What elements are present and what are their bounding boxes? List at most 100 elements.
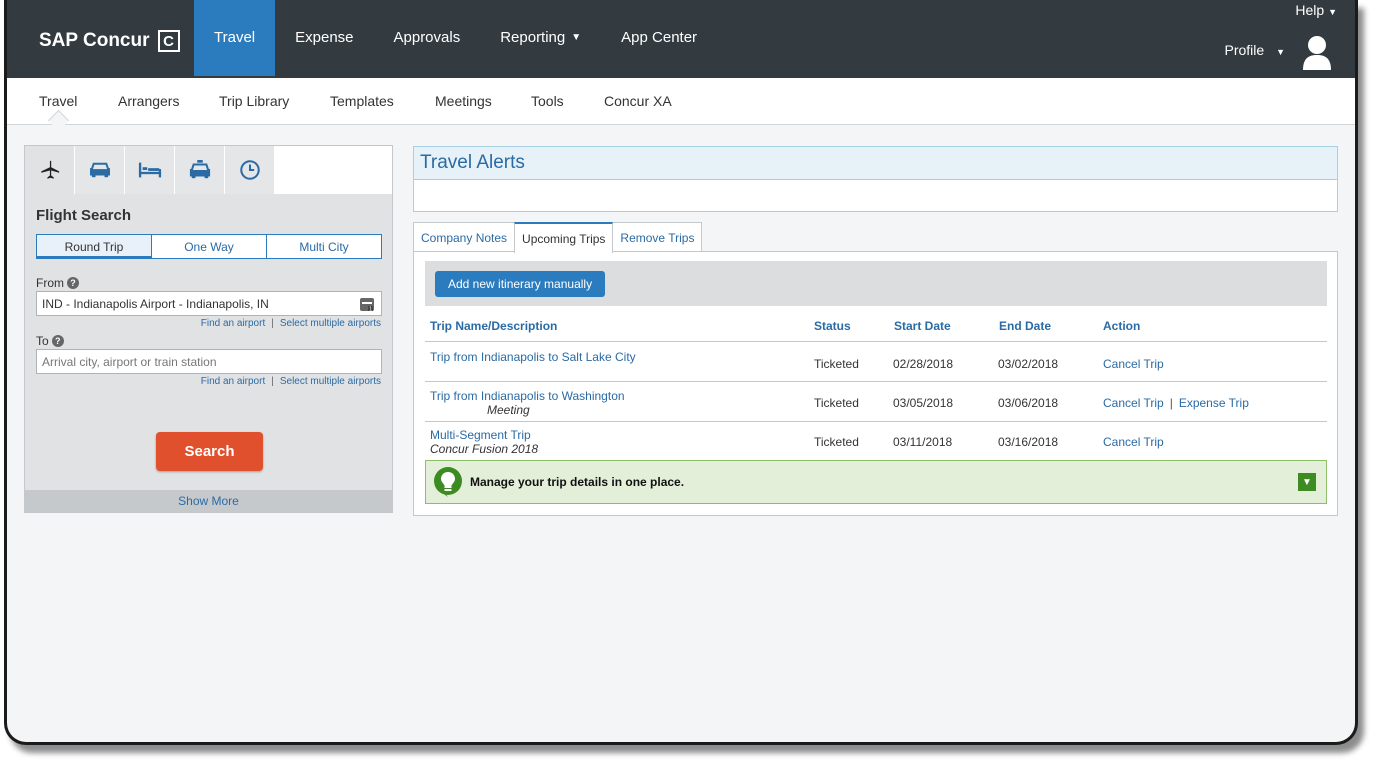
- app-window: SAP Concur C Travel Expense Approvals Re…: [4, 0, 1358, 745]
- trip-actions: Cancel Trip: [1103, 435, 1164, 449]
- tab-recent[interactable]: [225, 146, 275, 194]
- find-airport-link[interactable]: Find an airport: [201, 318, 265, 329]
- tab-car[interactable]: [75, 146, 125, 194]
- nav-label: Approvals: [393, 28, 461, 46]
- find-airport-link[interactable]: Find an airport: [201, 376, 265, 387]
- main-nav: Travel Expense Approvals Reporting ▼ App …: [194, 0, 717, 78]
- add-itinerary-bar: Add new itinerary manually: [425, 261, 1327, 306]
- subnav-meetings[interactable]: Meetings: [435, 93, 492, 109]
- brand-mark-icon: C: [157, 30, 180, 52]
- expense-trip-link[interactable]: Expense Trip: [1179, 396, 1249, 410]
- travel-alerts-title: Travel Alerts: [414, 147, 1337, 180]
- trip-subtitle: Concur Fusion 2018: [430, 442, 539, 456]
- brand-name: SAP Concur: [39, 30, 150, 51]
- to-links: Find an airport | Select multiple airports: [201, 376, 381, 387]
- subnav-arrangers[interactable]: Arrangers: [118, 93, 179, 109]
- nav-travel[interactable]: Travel: [194, 0, 276, 76]
- subnav-trip-library[interactable]: Trip Library: [219, 93, 289, 109]
- action-separator: |: [1169, 396, 1173, 410]
- table-row: Trip from Indianapolis to Washington Mee…: [425, 381, 1327, 421]
- taxi-icon: [189, 160, 210, 179]
- to-label: To ?: [36, 334, 64, 348]
- trip-actions: Cancel Trip | Expense Trip: [1103, 396, 1249, 410]
- from-label: From ?: [36, 276, 79, 290]
- caret-down-icon: ▼: [571, 31, 582, 43]
- svg-text:1: 1: [369, 307, 372, 312]
- clock-icon: [239, 160, 260, 180]
- tab-upcoming-trips[interactable]: Upcoming Trips: [514, 222, 614, 253]
- help-question-icon[interactable]: ?: [51, 335, 64, 347]
- select-multiple-airports-link[interactable]: Select multiple airports: [280, 376, 381, 387]
- show-more-link[interactable]: Show More: [25, 490, 392, 512]
- tab-taxi[interactable]: [175, 146, 225, 194]
- booking-mode-tabs: [25, 146, 392, 194]
- top-navigation-bar: SAP Concur C Travel Expense Approvals Re…: [7, 0, 1355, 78]
- table-row: Multi-Segment Trip Concur Fusion 2018 Ti…: [425, 421, 1327, 459]
- tab-flight[interactable]: [25, 146, 75, 194]
- cancel-trip-link[interactable]: Cancel Trip: [1103, 435, 1164, 449]
- from-field[interactable]: IND - Indianapolis Airport - Indianapoli…: [36, 291, 382, 316]
- trip-tip-banner: Manage your trip details in one place. ▼: [425, 460, 1327, 504]
- from-label-text: From: [36, 276, 64, 290]
- header-trip-name[interactable]: Trip Name/Description: [430, 319, 557, 333]
- caret-down-icon: ▼: [1328, 7, 1337, 17]
- help-question-icon[interactable]: ?: [67, 277, 79, 289]
- trip-name-link[interactable]: Multi-Segment Trip: [430, 428, 531, 442]
- nav-reporting[interactable]: Reporting ▼: [480, 0, 601, 76]
- trip-subtitle: Meeting: [487, 403, 530, 417]
- to-label-text: To: [36, 334, 49, 348]
- travel-alerts-panel: Travel Alerts: [413, 146, 1338, 212]
- one-way-option[interactable]: One Way: [152, 235, 267, 258]
- car-icon: [89, 162, 110, 178]
- trip-status: Ticketed: [814, 435, 859, 449]
- profile-menu[interactable]: Profile ▼: [1225, 42, 1286, 58]
- multi-city-option[interactable]: Multi City: [267, 235, 381, 258]
- trip-status: Ticketed: [814, 396, 859, 410]
- search-button[interactable]: Search: [156, 432, 263, 471]
- header-end-date[interactable]: End Date: [999, 319, 1051, 333]
- concur-logo[interactable]: SAP Concur C: [39, 30, 180, 52]
- trip-end-date: 03/16/2018: [998, 435, 1059, 449]
- to-field[interactable]: Arrival city, airport or train station: [36, 349, 382, 374]
- header-start-date[interactable]: Start Date: [894, 319, 951, 333]
- add-itinerary-button[interactable]: Add new itinerary manually: [435, 271, 606, 297]
- trip-status: Ticketed: [814, 357, 859, 371]
- subnav-tools[interactable]: Tools: [531, 93, 564, 109]
- to-placeholder: Arrival city, airport or train station: [42, 354, 217, 369]
- help-menu[interactable]: Help ▼: [1295, 2, 1337, 18]
- round-trip-option[interactable]: Round Trip: [37, 235, 152, 258]
- nav-expense[interactable]: Expense: [275, 0, 373, 76]
- nav-approvals[interactable]: Approvals: [374, 0, 481, 76]
- cancel-trip-link[interactable]: Cancel Trip: [1103, 396, 1164, 410]
- tip-text: Manage your trip details in one place.: [470, 475, 685, 489]
- table-row: Trip from Indianapolis to Salt Lake City…: [425, 341, 1327, 381]
- help-label: Help: [1295, 2, 1325, 18]
- header-status[interactable]: Status: [814, 319, 851, 333]
- tab-company-notes[interactable]: Company Notes: [413, 222, 516, 252]
- subnav-templates[interactable]: Templates: [330, 93, 394, 109]
- nav-app-center[interactable]: App Center: [601, 0, 717, 76]
- tab-remove-trips[interactable]: Remove Trips: [612, 222, 703, 252]
- flight-search-title: Flight Search: [36, 207, 132, 224]
- flight-search-panel: Flight Search Round Trip One Way Multi C…: [24, 145, 393, 513]
- tab-hotel[interactable]: [125, 146, 175, 194]
- calendar-picker-icon[interactable]: 1: [359, 296, 375, 312]
- from-value: IND - Indianapolis Airport - Indianapoli…: [42, 296, 269, 311]
- trip-name-link[interactable]: Trip from Indianapolis to Washington: [430, 389, 625, 403]
- user-avatar-icon[interactable]: [1301, 34, 1333, 72]
- cancel-trip-link[interactable]: Cancel Trip: [1103, 357, 1164, 371]
- nav-label: Travel: [214, 28, 256, 46]
- trips-tabs: Company Notes Upcoming Trips Remove Trip…: [413, 222, 703, 253]
- subnav-travel[interactable]: Travel: [39, 93, 77, 109]
- trip-start-date: 02/28/2018: [893, 357, 954, 371]
- nav-label: Reporting: [500, 28, 566, 46]
- select-multiple-airports-link[interactable]: Select multiple airports: [280, 318, 381, 329]
- profile-label: Profile: [1224, 42, 1265, 58]
- subnav-concur-xa[interactable]: Concur XA: [604, 93, 672, 109]
- trip-start-date: 03/11/2018: [893, 435, 953, 449]
- trip-start-date: 03/05/2018: [893, 396, 954, 410]
- expand-toggle-icon[interactable]: ▼: [1298, 473, 1316, 491]
- sub-navigation: Travel Arrangers Trip Library Templates …: [7, 78, 1355, 125]
- trip-name-link[interactable]: Trip from Indianapolis to Salt Lake City: [430, 350, 636, 364]
- link-separator: |: [271, 376, 274, 387]
